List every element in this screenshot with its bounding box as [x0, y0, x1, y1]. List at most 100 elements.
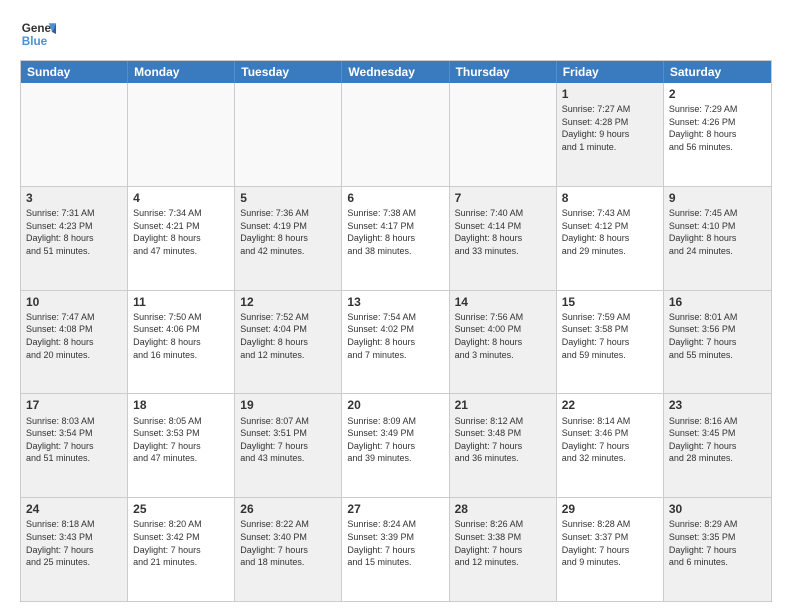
cell-info: Sunrise: 8:22 AM Sunset: 3:40 PM Dayligh… — [240, 518, 336, 568]
cell-info: Sunrise: 8:01 AM Sunset: 3:56 PM Dayligh… — [669, 311, 766, 361]
cell-info: Sunrise: 8:16 AM Sunset: 3:45 PM Dayligh… — [669, 415, 766, 465]
calendar-header: SundayMondayTuesdayWednesdayThursdayFrid… — [21, 61, 771, 83]
calendar-cell-29: 29Sunrise: 8:28 AM Sunset: 3:37 PM Dayli… — [557, 498, 664, 601]
cell-info: Sunrise: 8:26 AM Sunset: 3:38 PM Dayligh… — [455, 518, 551, 568]
calendar-row-1: 3Sunrise: 7:31 AM Sunset: 4:23 PM Daylig… — [21, 186, 771, 290]
calendar-cell-empty-0-1 — [128, 83, 235, 186]
day-number: 23 — [669, 397, 766, 413]
logo-icon: General Blue — [20, 16, 56, 52]
calendar-cell-23: 23 Sunrise: 8:16 AM Sunset: 3:45 PM Dayli… — [664, 394, 771, 497]
calendar-cell-13: 13Sunrise: 7:54 AM Sunset: 4:02 PM Dayli… — [342, 291, 449, 394]
calendar-cell-14: 14Sunrise: 7:56 AM Sunset: 4:00 PM Dayli… — [450, 291, 557, 394]
header-day-saturday: Saturday — [664, 61, 771, 83]
day-number: 26 — [240, 501, 336, 517]
day-number: 1 — [562, 86, 658, 102]
calendar-cell-12: 12Sunrise: 7:52 AM Sunset: 4:04 PM Dayli… — [235, 291, 342, 394]
day-number: 4 — [133, 190, 229, 206]
cell-info: Sunrise: 8:07 AM Sunset: 3:51 PM Dayligh… — [240, 415, 336, 465]
calendar-cell-4: 4Sunrise: 7:34 AM Sunset: 4:21 PM Daylig… — [128, 187, 235, 290]
svg-text:Blue: Blue — [22, 35, 48, 48]
calendar-cell-19: 19 Sunrise: 8:07 AM Sunset: 3:51 PM Dayli… — [235, 394, 342, 497]
cell-info: Sunrise: 7:29 AM Sunset: 4:26 PM Dayligh… — [669, 103, 766, 153]
header-day-monday: Monday — [128, 61, 235, 83]
day-number: 7 — [455, 190, 551, 206]
cell-info: Sunrise: 8:14 AM Sunset: 3:46 PM Dayligh… — [562, 415, 658, 465]
calendar-cell-empty-0-3 — [342, 83, 449, 186]
calendar-cell-25: 25Sunrise: 8:20 AM Sunset: 3:42 PM Dayli… — [128, 498, 235, 601]
cell-info: Sunrise: 8:20 AM Sunset: 3:42 PM Dayligh… — [133, 518, 229, 568]
cell-info: Sunrise: 8:03 AM Sunset: 3:54 PM Dayligh… — [26, 415, 122, 465]
cell-info: Sunrise: 7:38 AM Sunset: 4:17 PM Dayligh… — [347, 207, 443, 257]
day-number: 14 — [455, 294, 551, 310]
calendar-cell-empty-0-4 — [450, 83, 557, 186]
cell-info: Sunrise: 8:05 AM Sunset: 3:53 PM Dayligh… — [133, 415, 229, 465]
calendar-cell-empty-0-0 — [21, 83, 128, 186]
calendar-cell-2: 2Sunrise: 7:29 AM Sunset: 4:26 PM Daylig… — [664, 83, 771, 186]
cell-info: Sunrise: 7:27 AM Sunset: 4:28 PM Dayligh… — [562, 103, 658, 153]
day-number: 15 — [562, 294, 658, 310]
calendar-cell-17: 17 Sunrise: 8:03 AM Sunset: 3:54 PM Dayli… — [21, 394, 128, 497]
cell-info: Sunrise: 8:29 AM Sunset: 3:35 PM Dayligh… — [669, 518, 766, 568]
calendar-cell-3: 3Sunrise: 7:31 AM Sunset: 4:23 PM Daylig… — [21, 187, 128, 290]
page: General Blue SundayMondayTuesdayWednesda… — [0, 0, 792, 612]
calendar-cell-10: 10Sunrise: 7:47 AM Sunset: 4:08 PM Dayli… — [21, 291, 128, 394]
day-number: 27 — [347, 501, 443, 517]
calendar-cell-1: 1Sunrise: 7:27 AM Sunset: 4:28 PM Daylig… — [557, 83, 664, 186]
calendar-cell-11: 11Sunrise: 7:50 AM Sunset: 4:06 PM Dayli… — [128, 291, 235, 394]
calendar-row-0: 1Sunrise: 7:27 AM Sunset: 4:28 PM Daylig… — [21, 83, 771, 186]
cell-info: Sunrise: 8:28 AM Sunset: 3:37 PM Dayligh… — [562, 518, 658, 568]
header-day-tuesday: Tuesday — [235, 61, 342, 83]
day-number: 16 — [669, 294, 766, 310]
calendar: SundayMondayTuesdayWednesdayThursdayFrid… — [20, 60, 772, 602]
day-number: 2 — [669, 86, 766, 102]
calendar-cell-8: 8Sunrise: 7:43 AM Sunset: 4:12 PM Daylig… — [557, 187, 664, 290]
day-number: 24 — [26, 501, 122, 517]
day-number: 25 — [133, 501, 229, 517]
day-number: 22 — [562, 397, 658, 413]
day-number: 21 — [455, 397, 551, 413]
cell-info: Sunrise: 7:56 AM Sunset: 4:00 PM Dayligh… — [455, 311, 551, 361]
cell-info: Sunrise: 7:52 AM Sunset: 4:04 PM Dayligh… — [240, 311, 336, 361]
cell-info: Sunrise: 7:50 AM Sunset: 4:06 PM Dayligh… — [133, 311, 229, 361]
calendar-cell-16: 16Sunrise: 8:01 AM Sunset: 3:56 PM Dayli… — [664, 291, 771, 394]
calendar-cell-24: 24Sunrise: 8:18 AM Sunset: 3:43 PM Dayli… — [21, 498, 128, 601]
day-number: 30 — [669, 501, 766, 517]
calendar-cell-15: 15Sunrise: 7:59 AM Sunset: 3:58 PM Dayli… — [557, 291, 664, 394]
calendar-cell-9: 9Sunrise: 7:45 AM Sunset: 4:10 PM Daylig… — [664, 187, 771, 290]
cell-info: Sunrise: 8:12 AM Sunset: 3:48 PM Dayligh… — [455, 415, 551, 465]
day-number: 10 — [26, 294, 122, 310]
cell-info: Sunrise: 8:24 AM Sunset: 3:39 PM Dayligh… — [347, 518, 443, 568]
calendar-cell-21: 21 Sunrise: 8:12 AM Sunset: 3:48 PM Dayli… — [450, 394, 557, 497]
cell-info: Sunrise: 7:31 AM Sunset: 4:23 PM Dayligh… — [26, 207, 122, 257]
calendar-cell-7: 7Sunrise: 7:40 AM Sunset: 4:14 PM Daylig… — [450, 187, 557, 290]
day-number: 19 — [240, 397, 336, 413]
day-number: 17 — [26, 397, 122, 413]
day-number: 11 — [133, 294, 229, 310]
calendar-row-2: 10Sunrise: 7:47 AM Sunset: 4:08 PM Dayli… — [21, 290, 771, 394]
day-number: 12 — [240, 294, 336, 310]
day-number: 5 — [240, 190, 336, 206]
calendar-row-4: 24Sunrise: 8:18 AM Sunset: 3:43 PM Dayli… — [21, 497, 771, 601]
day-number: 18 — [133, 397, 229, 413]
day-number: 6 — [347, 190, 443, 206]
calendar-cell-28: 28Sunrise: 8:26 AM Sunset: 3:38 PM Dayli… — [450, 498, 557, 601]
calendar-cell-26: 26Sunrise: 8:22 AM Sunset: 3:40 PM Dayli… — [235, 498, 342, 601]
calendar-cell-22: 22 Sunrise: 8:14 AM Sunset: 3:46 PM Dayli… — [557, 394, 664, 497]
cell-info: Sunrise: 7:34 AM Sunset: 4:21 PM Dayligh… — [133, 207, 229, 257]
calendar-cell-27: 27Sunrise: 8:24 AM Sunset: 3:39 PM Dayli… — [342, 498, 449, 601]
calendar-cell-20: 20 Sunrise: 8:09 AM Sunset: 3:49 PM Dayli… — [342, 394, 449, 497]
header-day-thursday: Thursday — [450, 61, 557, 83]
day-number: 20 — [347, 397, 443, 413]
cell-info: Sunrise: 8:09 AM Sunset: 3:49 PM Dayligh… — [347, 415, 443, 465]
calendar-cell-6: 6Sunrise: 7:38 AM Sunset: 4:17 PM Daylig… — [342, 187, 449, 290]
cell-info: Sunrise: 7:47 AM Sunset: 4:08 PM Dayligh… — [26, 311, 122, 361]
calendar-body: 1Sunrise: 7:27 AM Sunset: 4:28 PM Daylig… — [21, 83, 771, 601]
cell-info: Sunrise: 8:18 AM Sunset: 3:43 PM Dayligh… — [26, 518, 122, 568]
day-number: 13 — [347, 294, 443, 310]
day-number: 3 — [26, 190, 122, 206]
cell-info: Sunrise: 7:59 AM Sunset: 3:58 PM Dayligh… — [562, 311, 658, 361]
cell-info: Sunrise: 7:36 AM Sunset: 4:19 PM Dayligh… — [240, 207, 336, 257]
day-number: 9 — [669, 190, 766, 206]
calendar-row-3: 17 Sunrise: 8:03 AM Sunset: 3:54 PM Dayli… — [21, 393, 771, 497]
cell-info: Sunrise: 7:54 AM Sunset: 4:02 PM Dayligh… — [347, 311, 443, 361]
